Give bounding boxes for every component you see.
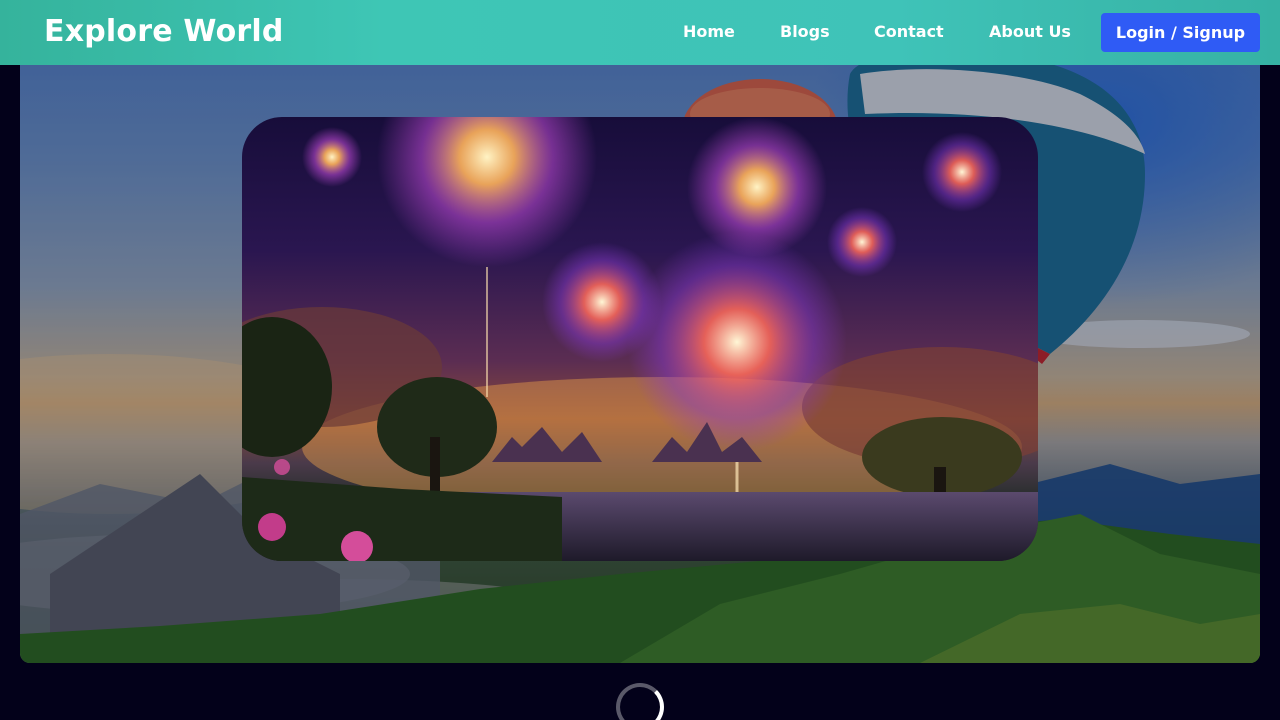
nav-link-home[interactable]: Home bbox=[683, 22, 735, 41]
brand-logo[interactable]: Explore World bbox=[44, 14, 284, 49]
fireworks-image bbox=[242, 117, 1038, 561]
nav-link-blogs[interactable]: Blogs bbox=[780, 22, 830, 41]
nav-link-about-us[interactable]: About Us bbox=[989, 22, 1071, 41]
nav-link-contact[interactable]: Contact bbox=[874, 22, 944, 41]
navbar: Explore World Home Blogs Contact About U… bbox=[0, 0, 1280, 65]
login-signup-button[interactable]: Login / Signup bbox=[1101, 13, 1260, 52]
feature-image-card[interactable] bbox=[242, 117, 1038, 561]
page: Explore World Home Blogs Contact About U… bbox=[0, 0, 1280, 720]
loading-spinner-icon bbox=[616, 683, 664, 720]
